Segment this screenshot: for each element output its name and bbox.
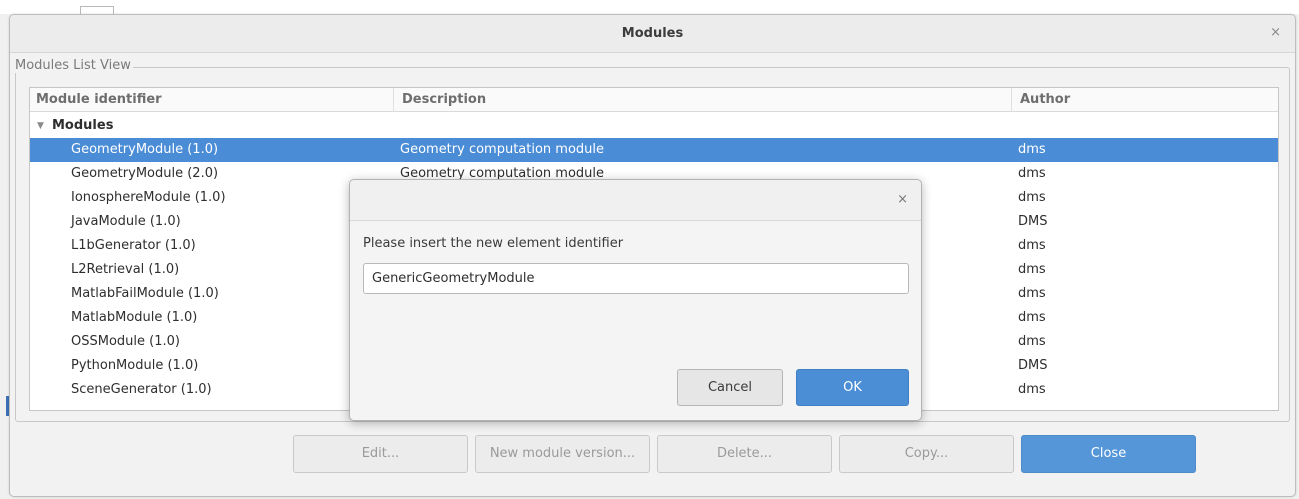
ok-button[interactable]: OK	[796, 369, 909, 406]
close-button[interactable]: Close	[1021, 435, 1196, 473]
column-header-description[interactable]: Description	[402, 92, 486, 107]
row-identifier: MatlabFailModule (1.0)	[71, 286, 219, 301]
dialog-prompt: Please insert the new element identifier	[363, 236, 624, 251]
row-description: Geometry computation module	[400, 142, 605, 157]
row-identifier: L2Retrieval (1.0)	[71, 262, 180, 277]
window-titlebar[interactable]: Modules ×	[10, 15, 1295, 53]
cancel-button[interactable]: Cancel	[677, 369, 783, 406]
copy-button[interactable]: Copy...	[839, 435, 1014, 473]
row-author: dms	[1018, 262, 1046, 277]
column-header-author[interactable]: Author	[1020, 92, 1070, 107]
dialog-titlebar[interactable]: ×	[350, 180, 921, 221]
group-legend: Modules List View	[13, 58, 133, 73]
row-author: dms	[1018, 310, 1046, 325]
new-version-button[interactable]: New module version...	[475, 435, 650, 473]
chevron-down-icon[interactable]: ▼	[37, 114, 44, 138]
row-author: dms	[1018, 382, 1046, 397]
table-row[interactable]: GeometryModule (1.0) Geometry computatio…	[30, 138, 1278, 162]
group-label: Modules	[52, 118, 114, 133]
row-author: dms	[1018, 286, 1046, 301]
close-icon[interactable]: ×	[1270, 25, 1281, 40]
row-identifier: L1bGenerator (1.0)	[71, 238, 196, 253]
close-icon[interactable]: ×	[897, 192, 908, 207]
row-author: dms	[1018, 238, 1046, 253]
window-title: Modules	[621, 26, 684, 41]
row-identifier: GeometryModule (2.0)	[71, 166, 219, 181]
tree-header: Module identifier Description Author	[30, 88, 1278, 112]
identifier-input[interactable]	[363, 263, 909, 294]
row-identifier: PythonModule (1.0)	[71, 358, 199, 373]
row-identifier: GeometryModule (1.0)	[71, 142, 219, 157]
column-separator[interactable]	[393, 88, 394, 112]
row-identifier: JavaModule (1.0)	[71, 214, 181, 229]
row-author: dms	[1018, 190, 1046, 205]
row-author: DMS	[1018, 214, 1048, 229]
row-author: DMS	[1018, 358, 1048, 373]
edit-button[interactable]: Edit...	[293, 435, 468, 473]
delete-button[interactable]: Delete...	[657, 435, 832, 473]
row-identifier: OSSModule (1.0)	[71, 334, 180, 349]
row-identifier: MatlabModule (1.0)	[71, 310, 198, 325]
row-author: dms	[1018, 334, 1046, 349]
column-separator[interactable]	[1011, 88, 1012, 112]
row-author: dms	[1018, 166, 1046, 181]
row-identifier: IonosphereModule (1.0)	[71, 190, 226, 205]
background-window	[0, 0, 1299, 14]
tree-group-modules[interactable]: ▼ Modules	[30, 114, 1278, 138]
column-header-identifier[interactable]: Module identifier	[36, 92, 162, 107]
background-fragment	[80, 6, 114, 14]
row-author: dms	[1018, 142, 1046, 157]
new-identifier-dialog: × Please insert the new element identifi…	[349, 179, 922, 421]
row-identifier: SceneGenerator (1.0)	[71, 382, 212, 397]
